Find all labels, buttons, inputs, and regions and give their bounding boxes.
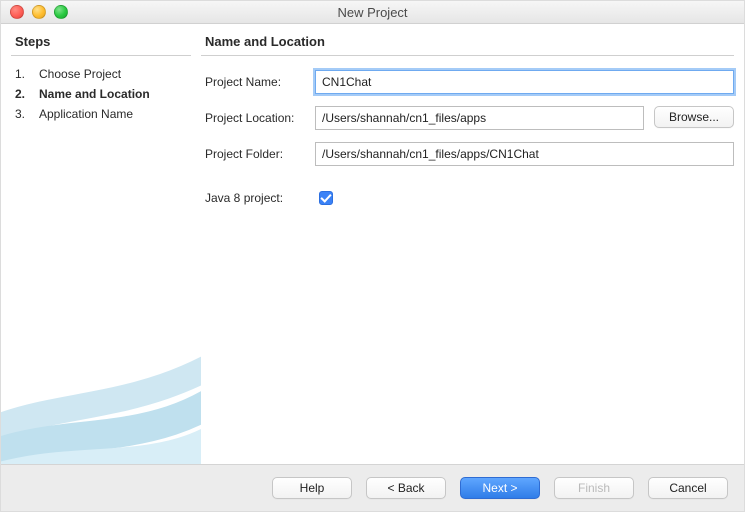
step-number: 1. <box>15 64 29 84</box>
close-window-icon[interactable] <box>10 5 24 19</box>
step-label: Name and Location <box>39 84 150 104</box>
back-button[interactable]: < Back <box>366 477 446 499</box>
minimize-window-icon[interactable] <box>32 5 46 19</box>
project-location-label: Project Location: <box>205 111 315 125</box>
row-project-name: Project Name: <box>205 70 734 94</box>
window-title: New Project <box>1 5 744 20</box>
project-name-label: Project Name: <box>205 75 315 89</box>
row-java8: Java 8 project: <box>205 188 734 208</box>
step-number: 3. <box>15 104 29 124</box>
row-project-folder: Project Folder: <box>205 142 734 166</box>
decorative-swoosh <box>1 274 201 464</box>
project-folder-input[interactable] <box>315 142 734 166</box>
browse-button[interactable]: Browse... <box>654 106 734 128</box>
help-button[interactable]: Help <box>272 477 352 499</box>
step-item-application-name: 3. Application Name <box>15 104 187 124</box>
step-label: Application Name <box>39 104 133 124</box>
project-location-input[interactable] <box>315 106 644 130</box>
step-item-name-and-location: 2. Name and Location <box>15 84 187 104</box>
java8-label: Java 8 project: <box>205 191 315 205</box>
dialog-body: Steps 1. Choose Project 2. Name and Loca… <box>1 24 744 464</box>
next-button[interactable]: Next > <box>460 477 540 499</box>
steps-list: 1. Choose Project 2. Name and Location 3… <box>1 64 201 124</box>
panel-heading: Name and Location <box>201 24 734 55</box>
zoom-window-icon[interactable] <box>54 5 68 19</box>
cancel-button[interactable]: Cancel <box>648 477 728 499</box>
divider <box>201 55 734 56</box>
steps-panel: Steps 1. Choose Project 2. Name and Loca… <box>1 24 201 464</box>
finish-button: Finish <box>554 477 634 499</box>
button-bar: Help < Back Next > Finish Cancel <box>1 464 744 511</box>
main-panel: Name and Location Project Name: Project … <box>201 24 744 464</box>
project-folder-label: Project Folder: <box>205 147 315 161</box>
form: Project Name: Project Location: Browse..… <box>201 70 734 220</box>
project-name-input[interactable] <box>315 70 734 94</box>
window-controls <box>1 5 68 19</box>
title-bar: New Project <box>1 1 744 24</box>
java8-checkbox[interactable] <box>319 191 333 205</box>
row-project-location: Project Location: Browse... <box>205 106 734 130</box>
step-number: 2. <box>15 84 29 104</box>
step-label: Choose Project <box>39 64 121 84</box>
step-item-choose-project: 1. Choose Project <box>15 64 187 84</box>
steps-heading: Steps <box>1 24 201 55</box>
divider <box>11 55 191 56</box>
